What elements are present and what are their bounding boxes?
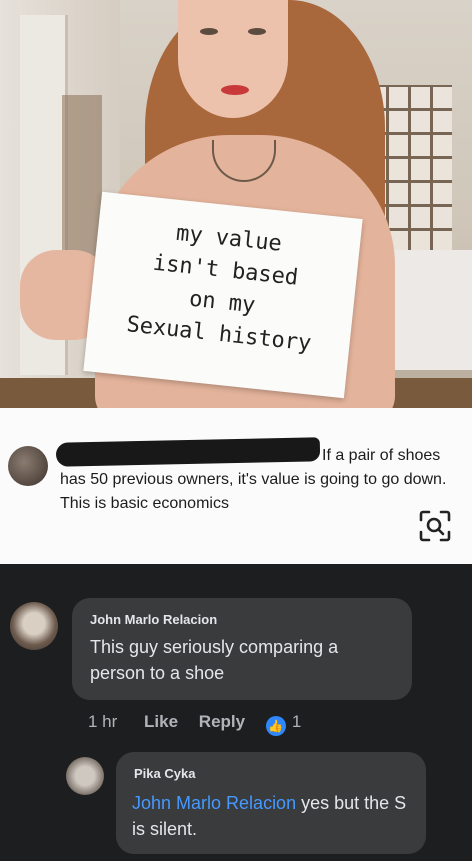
- lens-search-icon[interactable]: [418, 509, 452, 543]
- nested-reply-author[interactable]: Pika Cyka: [134, 766, 195, 781]
- room-shelf: [62, 95, 102, 265]
- post-photo[interactable]: my value isn't based on my Sexual histor…: [0, 0, 472, 408]
- reply-bubble: John Marlo Relacion This guy seriously c…: [72, 598, 412, 700]
- mention-link[interactable]: John Marlo Relacion: [132, 793, 296, 813]
- nested-reply-text: John Marlo Relacion yes but the S is sil…: [132, 790, 417, 842]
- comment-text-first-line: If a pair of: [322, 447, 394, 464]
- comments-section: John Marlo Relacion This guy seriously c…: [0, 564, 472, 861]
- reply-text: This guy seriously comparing a person to…: [90, 637, 339, 683]
- reply-author[interactable]: John Marlo Relacion: [90, 612, 217, 627]
- nested-reply-bubble: Pika Cyka John Marlo Relacion yes but th…: [116, 752, 426, 854]
- sign-text: my value isn't based on my Sexual histor…: [87, 210, 361, 365]
- reply-time[interactable]: 1 hr: [88, 712, 117, 732]
- original-comment: If a pair of shoes has 50 previous owner…: [0, 408, 472, 564]
- lips-icon: [221, 85, 249, 95]
- person-face: [178, 0, 288, 118]
- comment-text: If a pair of shoes has 50 previous owner…: [60, 444, 465, 516]
- avatar[interactable]: [10, 602, 58, 650]
- reply-button[interactable]: Reply: [199, 712, 245, 732]
- reaction-summary[interactable]: 👍 1: [265, 712, 302, 736]
- handwritten-sign: my value isn't based on my Sexual histor…: [83, 191, 363, 399]
- reaction-count: 1: [291, 712, 302, 731]
- like-button[interactable]: Like: [144, 712, 178, 732]
- reply-actions: 1 hr Like Reply 👍 1: [88, 712, 301, 736]
- thumbs-up-icon: 👍: [265, 716, 286, 736]
- eye-icon: [200, 28, 218, 35]
- eye-icon: [248, 28, 266, 35]
- avatar[interactable]: [66, 757, 104, 795]
- screenshot: my value isn't based on my Sexual histor…: [0, 0, 472, 861]
- avatar[interactable]: [8, 446, 48, 486]
